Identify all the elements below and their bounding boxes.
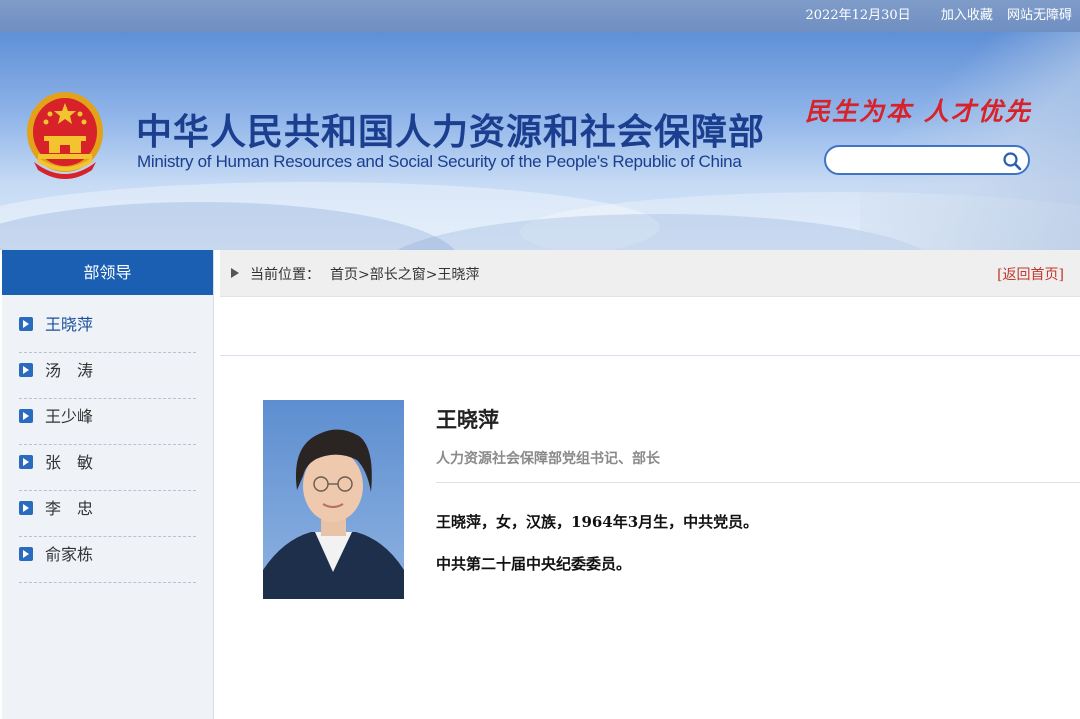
- sidebar-item-label: 王少峰: [45, 407, 94, 426]
- arrow-bullet-icon: [19, 409, 33, 423]
- site-title-chinese: 中华人民共和国人力资源和社会保障部: [136, 112, 766, 153]
- site-title-english: Ministry of Human Resources and Social S…: [137, 152, 742, 171]
- breadcrumb-bar: 当前位置： 首页>部长之窗>王晓萍 [返回首页]: [220, 250, 1080, 297]
- add-favorite-link[interactable]: 加入收藏: [941, 8, 993, 23]
- site-slogan: 民生为本 人才优先: [805, 97, 1032, 126]
- breadcrumb-separator: >: [358, 267, 370, 283]
- content-divider: [220, 355, 1080, 356]
- breadcrumb-current: 王晓萍: [437, 267, 480, 283]
- top-utility-links: 2022年12月30日 加入收藏 网站无障碍: [806, 0, 1072, 32]
- search-input[interactable]: [838, 151, 1002, 171]
- national-emblem-icon: [27, 92, 103, 179]
- sidebar-title: 部领导: [2, 250, 213, 295]
- breadcrumb-home-link[interactable]: 首页: [330, 267, 358, 283]
- sidebar-item-leader[interactable]: 李 忠: [19, 491, 196, 537]
- sidebar: 部领导 王晓萍 汤 涛 王少峰 张 敏 李 忠 俞家栋: [2, 250, 214, 719]
- leader-position: 人力资源社会保障部党组书记、部长: [436, 451, 660, 467]
- sidebar-item-label: 俞家栋: [45, 545, 94, 564]
- breadcrumb-separator: >: [425, 267, 438, 283]
- leader-bio-line: 王晓萍，女，汉族，1964年3月生，中共党员。: [436, 513, 759, 531]
- play-arrow-icon: [231, 268, 239, 278]
- sidebar-item-label: 张 敏: [45, 453, 94, 472]
- arrow-bullet-icon: [19, 363, 33, 377]
- accessibility-link[interactable]: 网站无障碍: [1007, 8, 1072, 23]
- arrow-bullet-icon: [19, 547, 33, 561]
- arrow-bullet-icon: [19, 455, 33, 469]
- sidebar-item-leader[interactable]: 王晓萍: [19, 307, 196, 353]
- leader-bio-line: 中共第二十届中央纪委委员。: [436, 555, 632, 573]
- breadcrumb-minister-window-link[interactable]: 部长之窗: [370, 267, 426, 283]
- search-icon[interactable]: [1002, 151, 1022, 171]
- top-utility-bar: 2022年12月30日 加入收藏 网站无障碍: [0, 0, 1080, 32]
- profile-divider: [436, 482, 1080, 483]
- breadcrumb: 首页>部长之窗>王晓萍: [330, 264, 479, 284]
- search-box: [824, 145, 1030, 175]
- sidebar-item-leader[interactable]: 俞家栋: [19, 537, 196, 583]
- back-home-link[interactable]: [返回首页]: [997, 264, 1064, 284]
- arrow-bullet-icon: [19, 501, 33, 515]
- sidebar-item-leader[interactable]: 张 敏: [19, 445, 196, 491]
- sidebar-item-leader[interactable]: 汤 涛: [19, 353, 196, 399]
- arrow-bullet-icon: [19, 317, 33, 331]
- sidebar-item-label: 汤 涛: [45, 361, 94, 380]
- sidebar-item-leader[interactable]: 王少峰: [19, 399, 196, 445]
- leader-list: 王晓萍 汤 涛 王少峰 张 敏 李 忠 俞家栋: [2, 307, 213, 583]
- leader-name: 王晓萍: [436, 407, 499, 432]
- great-wall-backdrop: [860, 32, 1080, 250]
- breadcrumb-prefix: 当前位置：: [250, 267, 320, 283]
- sidebar-item-label: 王晓萍: [45, 315, 94, 334]
- current-date: 2022年12月30日: [805, 8, 911, 23]
- leader-portrait: [263, 400, 404, 599]
- sidebar-item-label: 李 忠: [45, 499, 94, 518]
